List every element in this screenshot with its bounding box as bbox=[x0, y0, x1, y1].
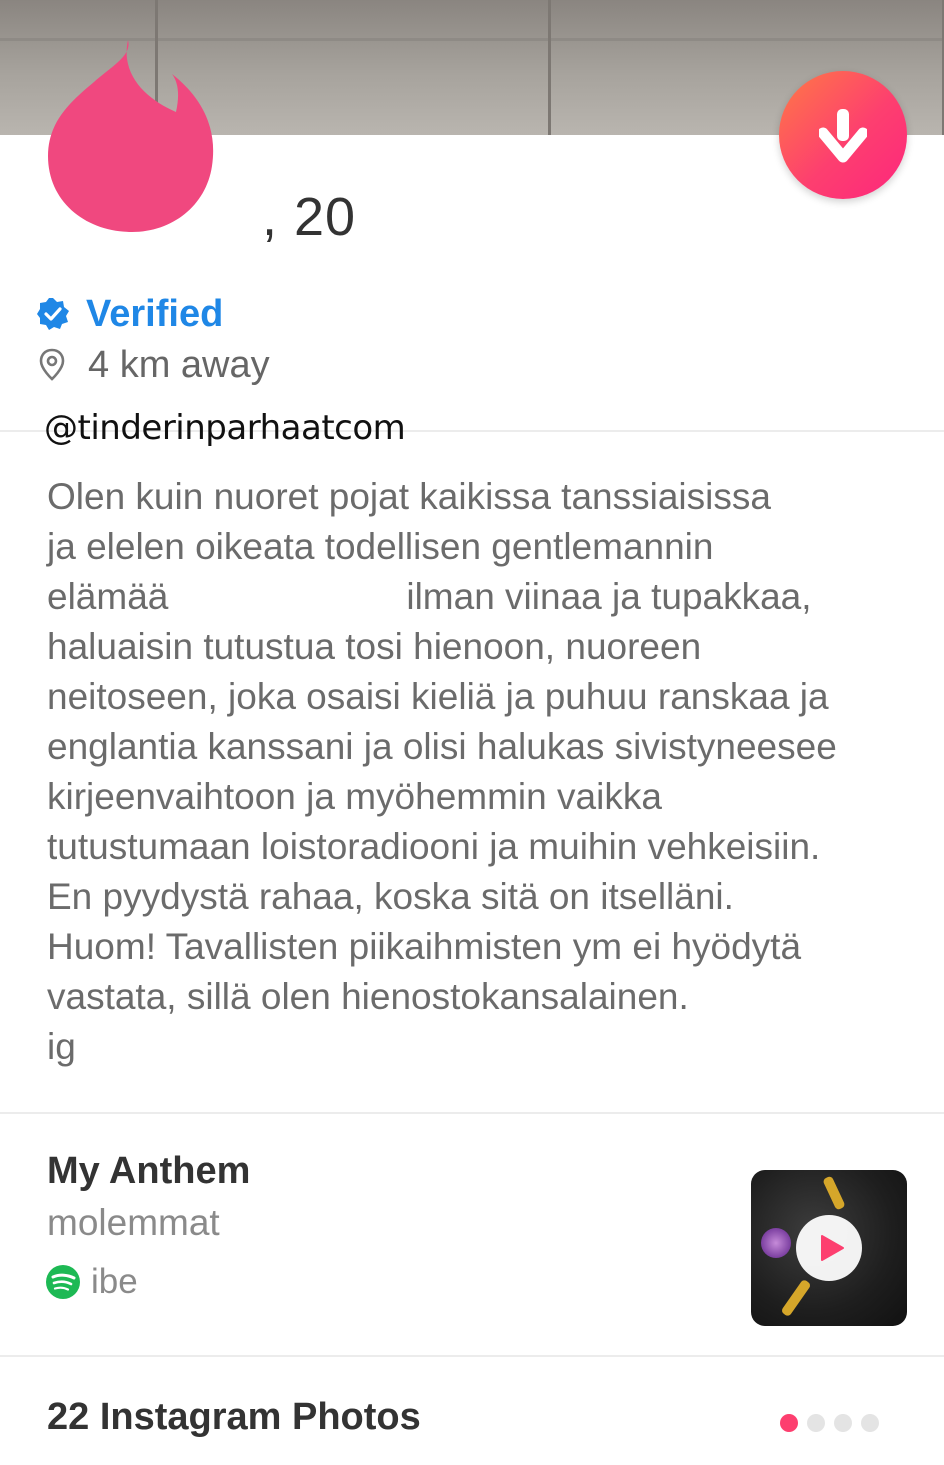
anthem-artist-row: ibe bbox=[45, 1259, 138, 1305]
bio-line: neitoseen, joka osaisi kieliä ja puhuu r… bbox=[47, 676, 829, 717]
album-art-flower bbox=[761, 1228, 791, 1258]
distance-label: 4 km away bbox=[88, 343, 270, 386]
watermark-text: @tinderinparhaatcom bbox=[44, 408, 406, 448]
arrow-down-icon bbox=[819, 109, 867, 163]
anthem-song-title: molemmat bbox=[47, 1202, 220, 1243]
page-dot[interactable] bbox=[834, 1414, 852, 1432]
page-dot[interactable] bbox=[861, 1414, 879, 1432]
album-art-streak bbox=[780, 1278, 812, 1318]
album-art-streak bbox=[822, 1175, 846, 1211]
spotify-icon bbox=[46, 1265, 80, 1299]
bio-line-part: elämää bbox=[47, 576, 169, 617]
instagram-photos-title: 22 Instagram Photos bbox=[47, 1396, 421, 1438]
instagram-page-indicator[interactable] bbox=[780, 1414, 888, 1432]
bio-line: elämää ilman viinaa ja tupakkaa, bbox=[47, 572, 927, 622]
section-divider bbox=[0, 1355, 944, 1357]
profile-name-age: , 20 bbox=[262, 187, 357, 247]
verified-label: Verified bbox=[86, 292, 224, 335]
bio-line: haluaisin tutustua tosi hienoon, nuoreen bbox=[47, 626, 702, 667]
tinder-flame-icon bbox=[48, 40, 214, 232]
bio-line: vastata, sillä olen hienostokansalainen. bbox=[47, 976, 689, 1017]
verified-row: Verified bbox=[36, 292, 223, 336]
bio-line: kirjeenvaihtoon ja myöhemmin vaikka bbox=[47, 776, 662, 817]
bio-line: englantia kanssani ja olisi halukas sivi… bbox=[47, 726, 837, 767]
play-button[interactable] bbox=[796, 1215, 862, 1281]
bio-line: Olen kuin nuoret pojat kaikissa tanssiai… bbox=[47, 476, 771, 517]
verified-badge-icon bbox=[37, 298, 69, 330]
bio-line: ja elelen oikeata todellisen gentlemanni… bbox=[47, 526, 714, 567]
anthem-artist: ibe bbox=[91, 1262, 138, 1301]
album-cover[interactable] bbox=[751, 1170, 907, 1326]
bio-line: Huom! Tavallisten piikaihmisten ym ei hy… bbox=[47, 926, 802, 967]
section-divider bbox=[0, 1112, 944, 1114]
collapse-profile-button[interactable] bbox=[779, 71, 907, 199]
page-dot-active[interactable] bbox=[780, 1414, 798, 1432]
play-icon bbox=[821, 1235, 844, 1261]
bio-line: En pyydystä rahaa, koska sitä on itsellä… bbox=[47, 876, 734, 917]
bio-line: tutustumaan loistoradiooni ja muihin veh… bbox=[47, 826, 821, 867]
bio-line-part: ilman viinaa ja tupakkaa, bbox=[406, 576, 812, 617]
page-dot[interactable] bbox=[807, 1414, 825, 1432]
bio-line: ig bbox=[47, 1026, 76, 1067]
distance-row: 4 km away bbox=[38, 342, 270, 388]
anthem-title: My Anthem bbox=[47, 1150, 251, 1192]
location-pin-icon bbox=[39, 348, 65, 381]
bio-text: Olen kuin nuoret pojat kaikissa tanssiai… bbox=[47, 472, 927, 1072]
